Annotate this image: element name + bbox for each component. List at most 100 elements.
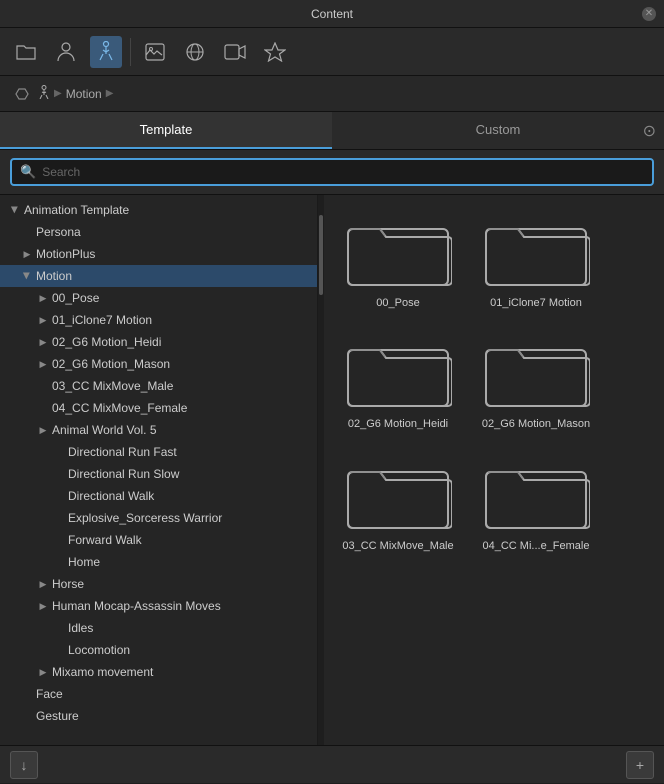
tree-label-explosive: Explosive_Sorceress Warrior [68, 511, 222, 525]
tree-item-gesture[interactable]: Gesture [0, 705, 317, 727]
tree-item-mixmove-male[interactable]: 03_CC MixMove_Male [0, 375, 317, 397]
tree-item-home[interactable]: Home [0, 551, 317, 573]
toolbar-separator [130, 38, 131, 66]
toolbar [0, 28, 664, 76]
folder-tile-f-mason[interactable]: 02_G6 Motion_Mason [472, 326, 600, 437]
tab-dropdown-icon[interactable]: ⊙ [643, 121, 656, 141]
tree-item-explosive[interactable]: Explosive_Sorceress Warrior [0, 507, 317, 529]
tree-arrow-heidi: ▶ [36, 335, 50, 349]
folder-tile-f-iclone7[interactable]: 01_iClone7 Motion [472, 205, 600, 316]
tree-item-motionplus[interactable]: ▶MotionPlus [0, 243, 317, 265]
search-input[interactable] [42, 165, 644, 179]
folder-tile-f-heidi[interactable]: 02_G6 Motion_Heidi [334, 326, 462, 437]
title-bar: Content ✕ [0, 0, 664, 28]
tree-label-pose: 00_Pose [52, 291, 99, 305]
image-toolbar-icon[interactable] [139, 36, 171, 68]
search-icon: 🔍 [20, 164, 36, 180]
tree-label-mixamo: Mixamo movement [52, 665, 153, 679]
tree-arrow-mixamo: ▶ [36, 665, 50, 679]
tree-item-mixmove-female[interactable]: 04_CC MixMove_Female [0, 397, 317, 419]
tree-label-home: Home [68, 555, 100, 569]
tree-arrow-motion: ▶ [20, 269, 34, 283]
close-button[interactable]: ✕ [642, 7, 656, 21]
folder-label-f-iclone7: 01_iClone7 Motion [490, 296, 582, 310]
tree-arrow-anim-template: ▶ [8, 203, 22, 217]
tree-item-anim-template[interactable]: ▶Animation Template [0, 199, 317, 221]
breadcrumb-figure[interactable] [38, 85, 50, 102]
folder-label-f-pose: 00_Pose [376, 296, 419, 310]
tree-label-gesture: Gesture [36, 709, 79, 723]
tree-label-mixmove-female: 04_CC MixMove_Female [52, 401, 187, 415]
tree-item-mixamo[interactable]: ▶Mixamo movement [0, 661, 317, 683]
sphere-toolbar-icon[interactable] [179, 36, 211, 68]
tree-label-anim-template: Animation Template [24, 203, 129, 217]
tree-arrow-mocap-assassin: ▶ [36, 599, 50, 613]
search-bar: 🔍 [0, 150, 664, 195]
tree-scrollbar[interactable] [318, 195, 324, 745]
tree-label-locomotion: Locomotion [68, 643, 130, 657]
tree-label-animal-world: Animal World Vol. 5 [52, 423, 157, 437]
bottom-bar: ↓ + [0, 745, 664, 783]
tree-item-pose[interactable]: ▶00_Pose [0, 287, 317, 309]
tree-item-animal-world[interactable]: ▶Animal World Vol. 5 [0, 419, 317, 441]
import-button[interactable]: ↓ [10, 751, 38, 779]
folder-icon-f-mason [482, 332, 590, 412]
back-button[interactable] [10, 82, 34, 106]
breadcrumb-motion[interactable]: Motion [66, 87, 102, 101]
folder-tile-f-mixmove-male[interactable]: 03_CC MixMove_Male [334, 448, 462, 559]
breadcrumb-arrow-2: ▶ [106, 88, 114, 99]
folder-label-f-mixmove-female: 04_CC Mi...e_Female [483, 539, 590, 553]
folder-tile-f-mixmove-female[interactable]: 04_CC Mi...e_Female [472, 448, 600, 559]
tree-label-horse: Horse [52, 577, 84, 591]
video-toolbar-icon[interactable] [219, 36, 251, 68]
tree-item-persona[interactable]: Persona [0, 221, 317, 243]
folder-label-f-mixmove-male: 03_CC MixMove_Male [342, 539, 453, 553]
tree-label-iclone7: 01_iClone7 Motion [52, 313, 152, 327]
grid-panel: 00_Pose 01_iClone7 Motion 02_G6 Motion_H… [324, 195, 664, 745]
tree-item-heidi[interactable]: ▶02_G6 Motion_Heidi [0, 331, 317, 353]
tree-item-forward-walk[interactable]: Forward Walk [0, 529, 317, 551]
folder-icon-f-mixmove-female [482, 454, 590, 534]
scroll-thumb [319, 215, 323, 295]
tree-item-mason[interactable]: ▶02_G6 Motion_Mason [0, 353, 317, 375]
window-title: Content [311, 7, 353, 21]
tree-arrow-mason: ▶ [36, 357, 50, 371]
figure-toolbar-icon[interactable] [90, 36, 122, 68]
tree-label-dir-run-fast: Directional Run Fast [68, 445, 177, 459]
tree-label-persona: Persona [36, 225, 81, 239]
tree-item-dir-run-fast[interactable]: Directional Run Fast [0, 441, 317, 463]
folder-icon-f-heidi [344, 332, 452, 412]
person-toolbar-icon[interactable] [50, 36, 82, 68]
tree-item-mocap-assassin[interactable]: ▶Human Mocap-Assassin Moves [0, 595, 317, 617]
folder-tile-f-pose[interactable]: 00_Pose [334, 205, 462, 316]
tree-item-horse[interactable]: ▶Horse [0, 573, 317, 595]
tree-item-iclone7[interactable]: ▶01_iClone7 Motion [0, 309, 317, 331]
folder-toolbar-icon[interactable] [10, 36, 42, 68]
tree-arrow-horse: ▶ [36, 577, 50, 591]
tree-arrow-iclone7: ▶ [36, 313, 50, 327]
tree-label-face: Face [36, 687, 63, 701]
folder-icon-f-iclone7 [482, 211, 590, 291]
tree-item-dir-run-slow[interactable]: Directional Run Slow [0, 463, 317, 485]
tree-label-motionplus: MotionPlus [36, 247, 95, 261]
tree-item-face[interactable]: Face [0, 683, 317, 705]
tab-custom[interactable]: Custom [332, 112, 664, 149]
folder-icon-f-mixmove-male [344, 454, 452, 534]
props-toolbar-icon[interactable] [259, 36, 291, 68]
tree-item-locomotion[interactable]: Locomotion [0, 639, 317, 661]
tree-arrow-motionplus: ▶ [20, 247, 34, 261]
folder-label-f-heidi: 02_G6 Motion_Heidi [348, 417, 448, 431]
tree-item-dir-walk[interactable]: Directional Walk [0, 485, 317, 507]
tree-label-dir-walk: Directional Walk [68, 489, 154, 503]
bottom-right-actions: + [626, 751, 654, 779]
tree-item-idles[interactable]: Idles [0, 617, 317, 639]
add-button[interactable]: + [626, 751, 654, 779]
tree-label-dir-run-slow: Directional Run Slow [68, 467, 179, 481]
tabs-row: Template Custom ⊙ [0, 112, 664, 150]
tab-template[interactable]: Template [0, 112, 332, 149]
tree-label-forward-walk: Forward Walk [68, 533, 142, 547]
tree-panel: ▶Animation TemplatePersona▶MotionPlus▶Mo… [0, 195, 318, 745]
bottom-left-actions: ↓ [10, 751, 38, 779]
tree-item-motion[interactable]: ▶Motion [0, 265, 317, 287]
breadcrumb-arrow-1: ▶ [54, 88, 62, 99]
